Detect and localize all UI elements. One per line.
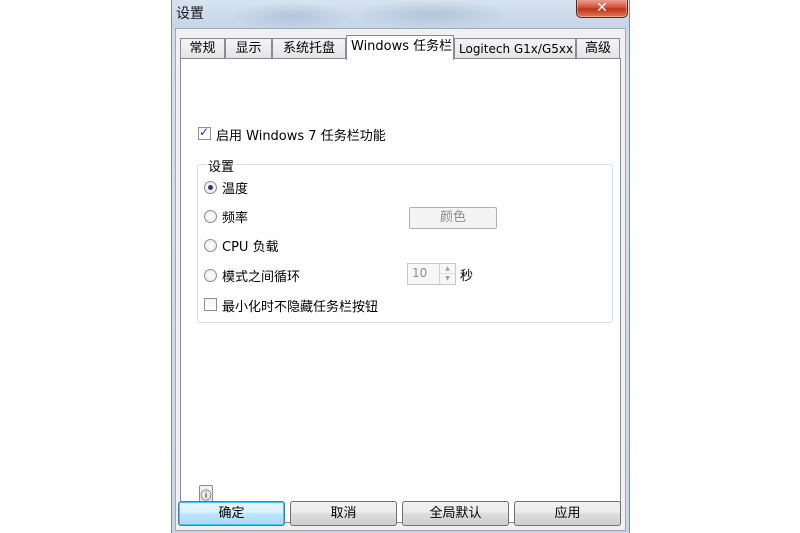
cycle-interval-spinner[interactable]: 10 ▲ ▼ (407, 263, 456, 285)
cycle-interval-value[interactable]: 10 (412, 266, 427, 280)
spinner-buttons: ▲ ▼ (439, 264, 455, 284)
radio-cpu-load[interactable] (204, 239, 217, 252)
spin-down-icon[interactable]: ▼ (440, 274, 455, 284)
tab-display[interactable]: 显示 (225, 38, 272, 59)
apply-button[interactable]: 应用 (514, 501, 621, 526)
settings-groupbox: 设置 温度 频率 颜色 CPU 负载 模式之间循环 10 ▲ ▼ 秒 最小化时不… (197, 156, 613, 323)
radio-cycle-modes[interactable] (204, 269, 217, 282)
radio-temperature[interactable] (204, 181, 217, 194)
cancel-button[interactable]: 取消 (290, 501, 397, 526)
dialog-client-area: 常规 显示 系统托盘 Windows 任务栏 Logitech G1x/G5xx… (175, 28, 626, 531)
tab-advanced[interactable]: 高级 (576, 38, 620, 59)
tab-windows-taskbar[interactable]: Windows 任务栏 (346, 35, 454, 60)
tab-general[interactable]: 常规 (180, 38, 225, 59)
tab-logitech[interactable]: Logitech G1x/G5xx (454, 38, 576, 59)
keep-taskbar-button-checkbox[interactable] (204, 298, 217, 311)
radio-cpu-load-label[interactable]: CPU 负载 (222, 236, 279, 255)
enable-taskbar-checkbox[interactable] (198, 125, 211, 140)
radio-frequency-label[interactable]: 频率 (222, 207, 248, 226)
settings-group-title: 设置 (206, 156, 237, 175)
cycle-interval-unit: 秒 (460, 269, 474, 284)
window-title: 设置 (176, 6, 204, 22)
ok-button[interactable]: 确定 (178, 501, 285, 526)
enable-taskbar-label[interactable]: 启用 Windows 7 任务栏功能 (216, 125, 386, 144)
settings-window: 设置 ✕ 常规 显示 系统托盘 Windows 任务栏 Logitech G1x… (171, 0, 630, 533)
keep-taskbar-button-label[interactable]: 最小化时不隐藏任务栏按钮 (222, 296, 378, 315)
radio-cycle-modes-label[interactable]: 模式之间循环 (222, 266, 300, 285)
radio-temperature-label[interactable]: 温度 (222, 178, 248, 197)
close-icon: ✕ (596, 0, 608, 16)
global-defaults-button[interactable]: 全局默认 (402, 501, 509, 526)
spin-up-icon[interactable]: ▲ (440, 264, 455, 274)
color-button[interactable]: 颜色 (409, 207, 497, 229)
tab-panel-windows-taskbar: 启用 Windows 7 任务栏功能 设置 温度 频率 颜色 CPU 负载 模式… (180, 58, 621, 523)
close-button[interactable]: ✕ (576, 0, 628, 18)
title-bar[interactable]: 设置 ✕ (172, 0, 629, 28)
tab-system-tray[interactable]: 系统托盘 (272, 38, 346, 59)
radio-frequency[interactable] (204, 210, 217, 223)
